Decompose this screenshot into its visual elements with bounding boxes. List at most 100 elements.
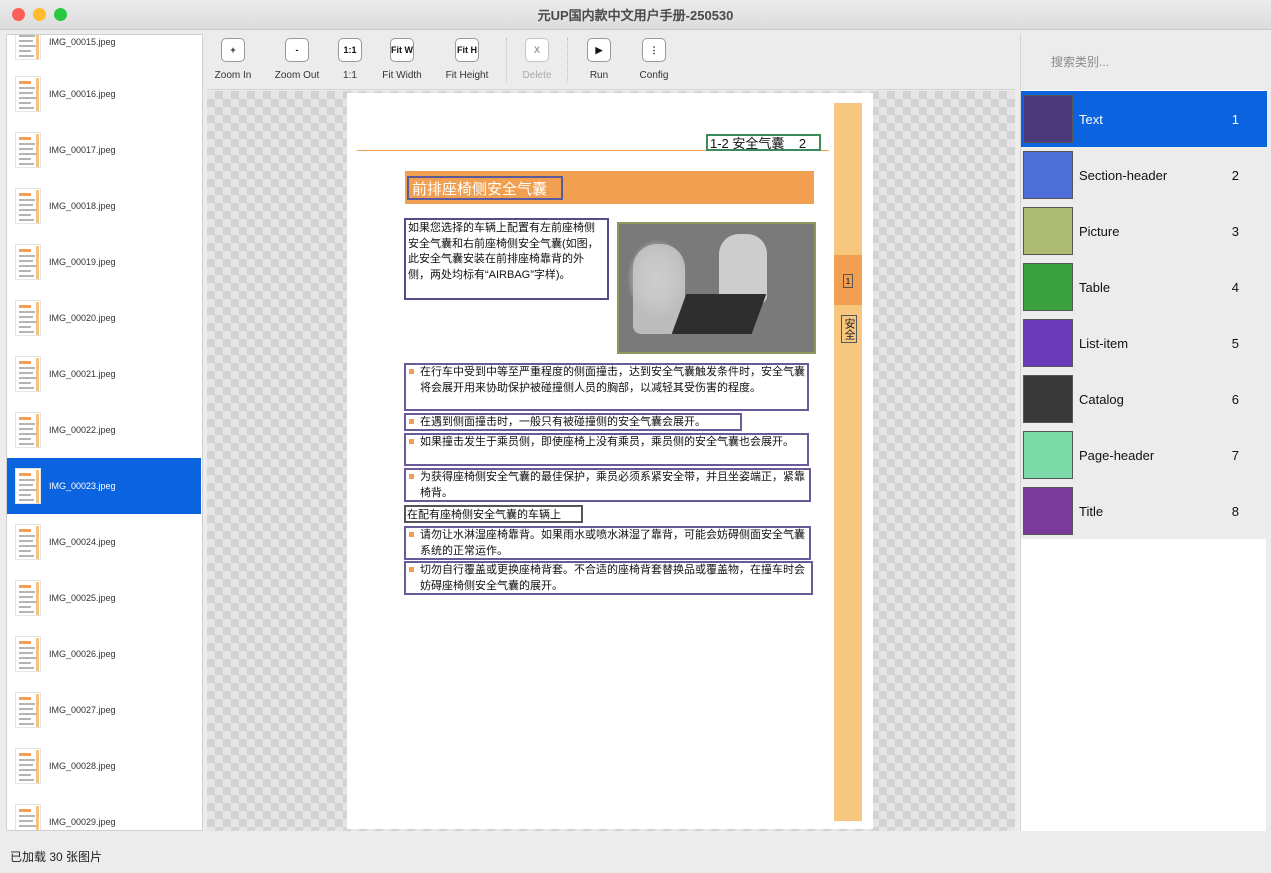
page-thumbnail bbox=[15, 748, 41, 784]
list-item-box[interactable]: 在行车中受到中等至严重程度的侧面撞击，达到安全气囊触发条件时，安全气囊将会展开用… bbox=[404, 363, 809, 411]
list-item-text: 在遇到侧面撞击时，一般只有被碰撞侧的安全气囊会展开。 bbox=[420, 416, 706, 428]
bullet-icon bbox=[409, 369, 414, 374]
category-item-text[interactable]: Text 1 bbox=[1021, 91, 1267, 147]
color-swatch bbox=[1023, 375, 1073, 423]
window-controls bbox=[12, 8, 67, 21]
run-label: Run bbox=[589, 70, 609, 81]
file-list-item[interactable]: IMG_00015.jpeg bbox=[7, 35, 201, 70]
config-button[interactable]: ⋮ Config bbox=[637, 38, 671, 81]
file-name: IMG_00026.jpeg bbox=[49, 649, 116, 659]
side-tab-box[interactable]: 1 bbox=[843, 274, 853, 288]
delete-button[interactable]: X Delete bbox=[520, 38, 554, 81]
file-name: IMG_00015.jpeg bbox=[49, 37, 116, 47]
category-item-picture[interactable]: Picture 3 bbox=[1021, 203, 1267, 259]
zoom-out-label: Zoom Out bbox=[274, 70, 320, 81]
page-header-box[interactable]: 1-2 安全气囊 2 bbox=[706, 134, 821, 151]
page-thumbnail bbox=[15, 468, 41, 504]
category-item-page-header[interactable]: Page-header 7 bbox=[1021, 427, 1267, 483]
actual-size-button[interactable]: 1:1 1:1 bbox=[338, 38, 362, 81]
page-thumbnail bbox=[15, 580, 41, 616]
category-item-list-item[interactable]: List-item 5 bbox=[1021, 315, 1267, 371]
page-thumbnail bbox=[15, 300, 41, 336]
category-item-section-header[interactable]: Section-header 2 bbox=[1021, 147, 1267, 203]
page-thumbnail bbox=[15, 692, 41, 728]
category-search-input[interactable] bbox=[1051, 55, 1241, 69]
toolbar: + Zoom In - Zoom Out 1:1 1:1 Fit W Fit W… bbox=[207, 34, 1015, 90]
file-list-item[interactable]: IMG_00020.jpeg bbox=[7, 290, 201, 346]
color-swatch bbox=[1023, 151, 1073, 199]
file-list-item[interactable]: IMG_00029.jpeg bbox=[7, 794, 201, 830]
text-box[interactable]: 如果您选择的车辆上配置有左前座椅侧安全气囊和右前座椅侧安全气囊(如图，此安全气囊… bbox=[404, 218, 609, 300]
category-shortcut: 6 bbox=[1231, 392, 1239, 407]
fit-width-button[interactable]: Fit W Fit Width bbox=[379, 38, 425, 81]
file-list-item[interactable]: IMG_00016.jpeg bbox=[7, 66, 201, 122]
actual-size-icon: 1:1 bbox=[338, 38, 362, 62]
file-name: IMG_00023.jpeg bbox=[49, 481, 116, 491]
page-thumbnail bbox=[15, 188, 41, 224]
image-canvas[interactable]: 1 安全 1-2 安全气囊 2 前排座椅侧安全气囊 如果您选择的车辆上配置有左前… bbox=[207, 91, 1015, 831]
file-list-item[interactable]: IMG_00021.jpeg bbox=[7, 346, 201, 402]
bullet-icon bbox=[409, 532, 414, 537]
color-swatch bbox=[1023, 319, 1073, 367]
file-name: IMG_00024.jpeg bbox=[49, 537, 116, 547]
list-item-box[interactable]: 在遇到侧面撞击时，一般只有被碰撞侧的安全气囊会展开。 bbox=[404, 413, 742, 431]
section-header-box[interactable]: 前排座椅侧安全气囊 bbox=[407, 176, 563, 200]
toolbar-separator bbox=[506, 38, 507, 82]
file-list-item[interactable]: IMG_00024.jpeg bbox=[7, 514, 201, 570]
category-name: Text bbox=[1079, 112, 1103, 127]
file-list-item[interactable]: IMG_00027.jpeg bbox=[7, 682, 201, 738]
file-name: IMG_00020.jpeg bbox=[49, 313, 116, 323]
subtitle-box[interactable]: 在配有座椅侧安全气囊的车辆上 bbox=[404, 505, 583, 523]
page-side-strip bbox=[834, 103, 862, 821]
play-icon: ▶ bbox=[587, 38, 611, 62]
list-item-text: 请勿让水淋湿座椅靠背。如果雨水或喷水淋湿了靠背，可能会妨碍侧面安全气囊系统的正常… bbox=[420, 529, 805, 557]
file-list-item[interactable]: IMG_00018.jpeg bbox=[7, 178, 201, 234]
zoom-window-button[interactable] bbox=[54, 8, 67, 21]
file-list-item[interactable]: IMG_00028.jpeg bbox=[7, 738, 201, 794]
config-label: Config bbox=[639, 70, 669, 81]
page-thumbnail bbox=[15, 35, 41, 60]
color-swatch bbox=[1023, 207, 1073, 255]
file-list-item[interactable]: IMG_00025.jpeg bbox=[7, 570, 201, 626]
bullet-icon bbox=[409, 439, 414, 444]
file-name: IMG_00025.jpeg bbox=[49, 593, 116, 603]
category-name: Picture bbox=[1079, 224, 1120, 239]
status-bar: 已加载 30 张图片 bbox=[0, 840, 1271, 873]
delete-label: Delete bbox=[522, 70, 552, 81]
list-item-box[interactable]: 如果撞击发生于乘员侧，即使座椅上没有乘员，乘员侧的安全气囊也会展开。 bbox=[404, 433, 809, 466]
category-shortcut: 3 bbox=[1231, 224, 1239, 239]
file-list-item[interactable]: IMG_00022.jpeg bbox=[7, 402, 201, 458]
category-name: Section-header bbox=[1079, 168, 1168, 183]
category-name: Page-header bbox=[1079, 448, 1155, 463]
category-item-catalog[interactable]: Catalog 6 bbox=[1021, 371, 1267, 427]
toolbar-separator bbox=[567, 38, 568, 82]
bullet-icon bbox=[409, 567, 414, 572]
file-list-item[interactable]: IMG_00017.jpeg bbox=[7, 122, 201, 178]
minimize-window-button[interactable] bbox=[33, 8, 46, 21]
file-list[interactable]: IMG_00015.jpeg IMG_00016.jpeg IMG_00017.jp… bbox=[6, 34, 203, 831]
file-name: IMG_00028.jpeg bbox=[49, 761, 116, 771]
list-item-box[interactable]: 请勿让水淋湿座椅靠背。如果雨水或喷水淋湿了靠背，可能会妨碍侧面安全气囊系统的正常… bbox=[404, 526, 811, 560]
list-item-box[interactable]: 切勿自行覆盖或更换座椅背套。不合适的座椅背套替换品或覆盖物，在撞车时会妨碍座椅侧… bbox=[404, 561, 813, 595]
category-search bbox=[1021, 34, 1267, 90]
color-swatch bbox=[1023, 431, 1073, 479]
zoom-out-button[interactable]: - Zoom Out bbox=[273, 38, 321, 81]
app-window: 元UP国内款中文用户手册-250530 IMG_00015.jpeg IMG_00… bbox=[0, 0, 1271, 873]
file-list-item[interactable]: IMG_00023.jpeg bbox=[7, 458, 201, 514]
file-list-item[interactable]: IMG_00026.jpeg bbox=[7, 626, 201, 682]
page-thumbnail bbox=[15, 412, 41, 448]
color-swatch bbox=[1023, 487, 1073, 535]
run-button[interactable]: ▶ Run bbox=[587, 38, 611, 81]
zoom-in-button[interactable]: + Zoom In bbox=[214, 38, 252, 81]
page-thumbnail bbox=[15, 132, 41, 168]
close-window-button[interactable] bbox=[12, 8, 25, 21]
category-item-table[interactable]: Table 4 bbox=[1021, 259, 1267, 315]
file-list-item[interactable]: IMG_00019.jpeg bbox=[7, 234, 201, 290]
category-item-title[interactable]: Title 8 bbox=[1021, 483, 1267, 539]
category-shortcut: 1 bbox=[1231, 112, 1239, 127]
list-item-box[interactable]: 为获得座椅侧安全气囊的最佳保护，乘员必须系紧安全带，并且坐姿端正，紧靠椅背。 bbox=[404, 468, 811, 502]
category-name: List-item bbox=[1079, 336, 1129, 351]
picture-box[interactable] bbox=[617, 222, 816, 354]
fit-height-button[interactable]: Fit H Fit Height bbox=[443, 38, 491, 81]
side-tab-label-box[interactable]: 安全 bbox=[841, 315, 857, 343]
